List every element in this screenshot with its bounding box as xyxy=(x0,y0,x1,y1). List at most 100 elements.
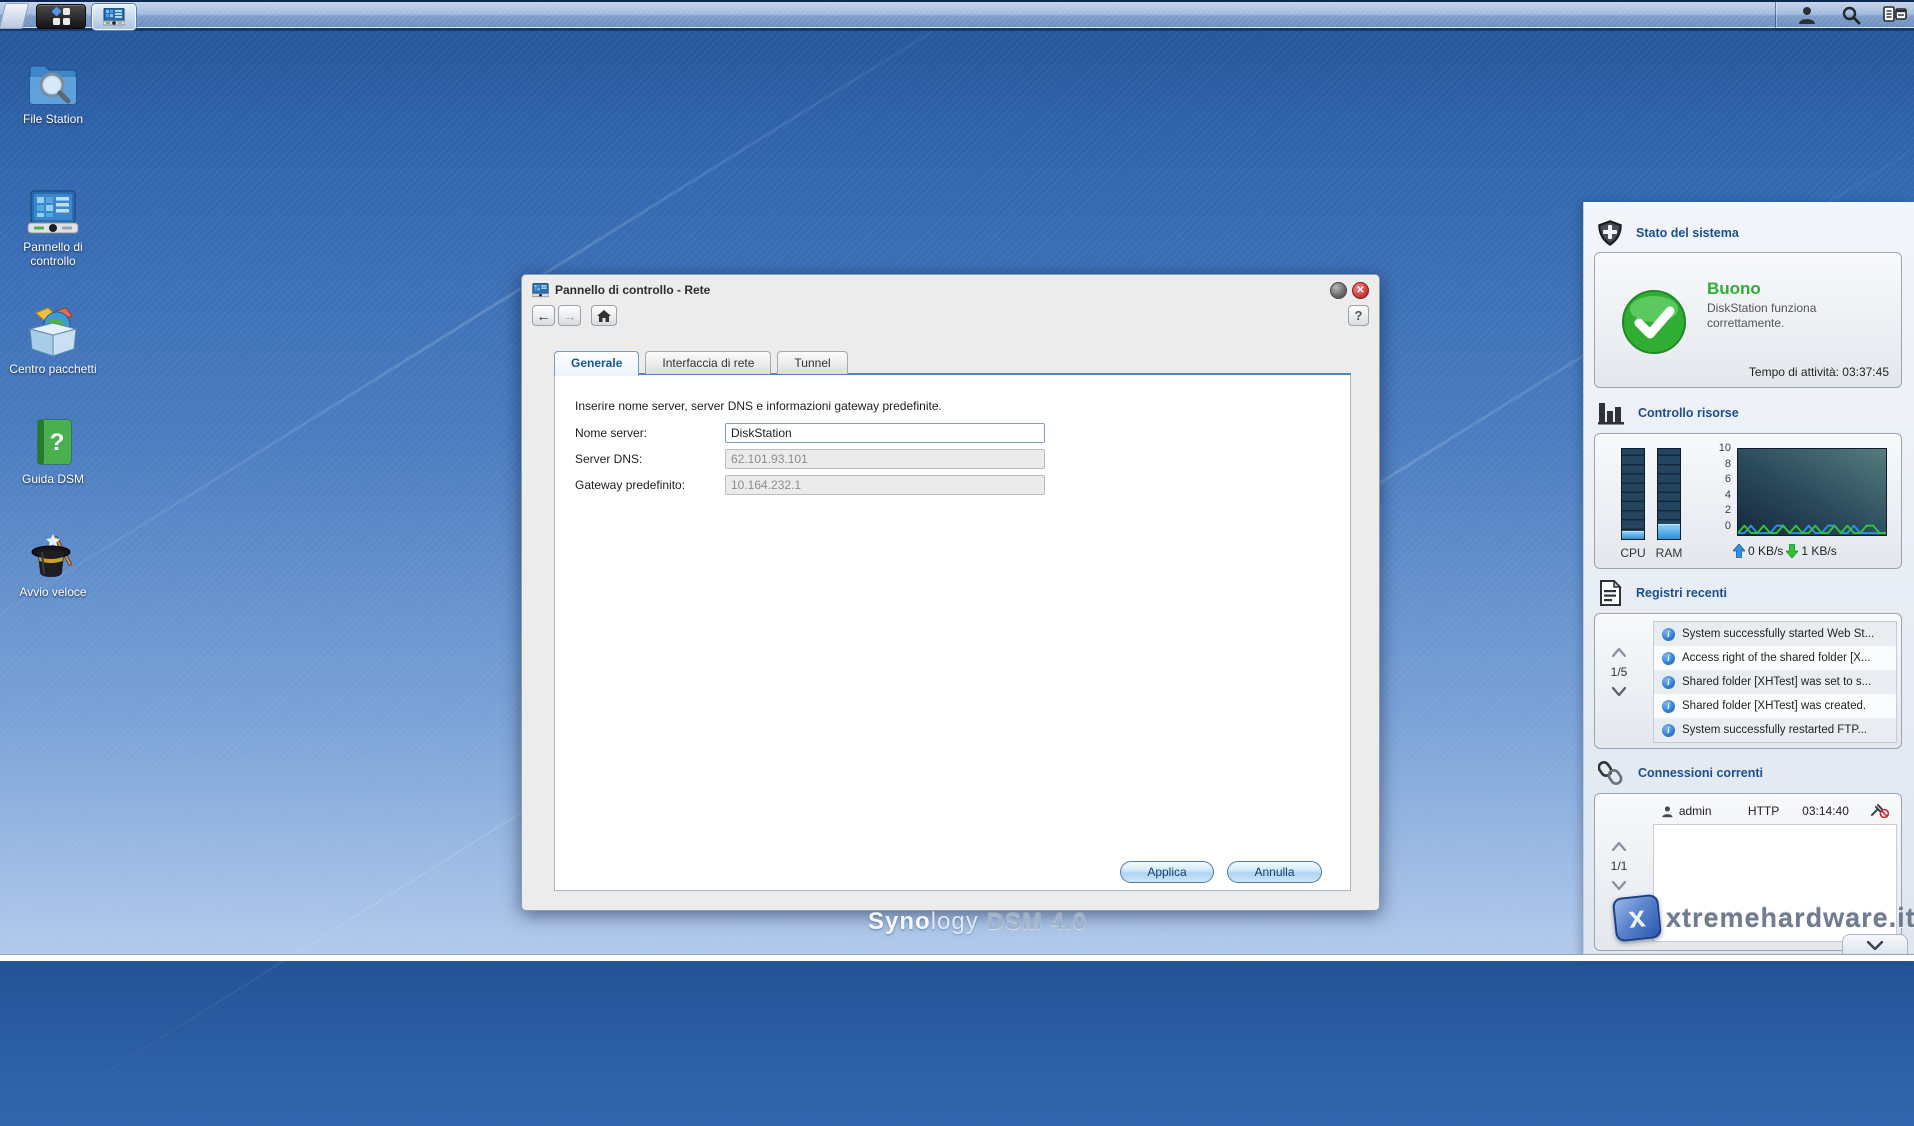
dns-server-input xyxy=(725,449,1045,469)
pager-down-icon[interactable] xyxy=(1612,881,1626,890)
log-row[interactable]: i Shared folder [XHTest] was created. xyxy=(1654,694,1896,718)
info-icon: i xyxy=(1662,676,1675,689)
window-icon xyxy=(532,283,549,298)
cpu-bar-fill xyxy=(1622,531,1644,539)
network-traffic-chart xyxy=(1737,448,1887,536)
download-arrow-icon xyxy=(1786,544,1798,558)
y-tick-label: 2 xyxy=(1713,504,1731,516)
widgets-sidebar: Stato del sistema Buono DiskStation funz… xyxy=(1583,202,1914,961)
recent-logs-header: Registri recenti xyxy=(1598,580,1727,606)
connections-page-indicator: 1/1 xyxy=(1611,859,1628,873)
help-button[interactable]: ? xyxy=(1348,305,1369,326)
cpu-usage-bar xyxy=(1621,448,1645,540)
log-text: System successfully started Web St... xyxy=(1682,628,1874,640)
tab-generale[interactable]: Generale xyxy=(554,351,639,376)
sidebar-collapse-button[interactable] xyxy=(1842,934,1908,956)
resource-monitor-header: Controllo risorse xyxy=(1598,400,1739,426)
link-icon xyxy=(1598,760,1624,786)
desktop-icon-label: Guida DSM xyxy=(8,472,98,486)
file-station-icon xyxy=(8,55,98,107)
connection-protocol: HTTP xyxy=(1748,804,1802,818)
server-name-input[interactable] xyxy=(725,423,1045,443)
main-menu-button[interactable] xyxy=(36,4,86,29)
minimize-button[interactable] xyxy=(1330,282,1347,299)
home-button[interactable] xyxy=(591,305,617,326)
status-value: Buono xyxy=(1707,279,1857,299)
pager-down-icon[interactable] xyxy=(1612,687,1626,696)
connection-row: admin HTTP 03:14:40 xyxy=(1653,799,1897,823)
log-text: Shared folder [XHTest] was created. xyxy=(1682,700,1866,712)
upload-arrow-icon xyxy=(1733,544,1745,558)
form-row-server-name: Nome server: xyxy=(575,423,1045,443)
user-menu-button[interactable] xyxy=(1794,3,1820,27)
chevron-down-icon xyxy=(1867,941,1883,950)
default-gateway-input xyxy=(725,475,1045,495)
apply-button[interactable]: Applica xyxy=(1120,861,1214,883)
info-icon: i xyxy=(1662,652,1675,665)
desktop-icon-file-station[interactable]: File Station xyxy=(8,55,98,126)
user-icon xyxy=(1661,805,1674,818)
logs-pager: 1/5 xyxy=(1601,648,1637,696)
disconnect-icon[interactable] xyxy=(1871,804,1889,818)
package-center-icon xyxy=(8,305,98,357)
log-text: Shared folder [XHTest] was set to s... xyxy=(1682,676,1871,688)
brand-part: Syno xyxy=(868,908,931,935)
control-panel-network-window: Pannello di controllo - Rete ✕ ← → ? Gen… xyxy=(521,274,1380,911)
synology-dsm-watermark: Synology DSM 4.0 xyxy=(868,908,1087,936)
bar-chart-icon xyxy=(1598,401,1624,425)
desktop-icon-control-panel[interactable]: Pannello di controllo xyxy=(8,183,98,268)
cpu-label: CPU xyxy=(1613,546,1653,560)
pager-up-icon[interactable] xyxy=(1612,842,1626,851)
log-row[interactable]: i System successfully started Web St... xyxy=(1654,622,1896,646)
log-row[interactable]: iAccess right of the shared folder [X... xyxy=(1654,646,1896,670)
close-button[interactable]: ✕ xyxy=(1352,282,1369,299)
status-description: DiskStation funziona correttamente. xyxy=(1707,301,1857,331)
log-row[interactable]: i Shared folder [XHTest] was set to s... xyxy=(1654,670,1896,694)
info-icon: i xyxy=(1662,628,1675,641)
log-document-icon xyxy=(1598,580,1622,606)
tab-strip: Generale Interfaccia di rete Tunnel xyxy=(554,351,848,374)
cancel-button[interactable]: Annulla xyxy=(1227,861,1322,883)
taskbar-separator xyxy=(1775,2,1776,28)
tab-tunnel[interactable]: Tunnel xyxy=(777,351,847,374)
pilot-view-icon xyxy=(1883,5,1907,25)
svg-text:?: ? xyxy=(50,429,65,456)
ram-label: RAM xyxy=(1649,546,1689,560)
info-icon: i xyxy=(1662,700,1675,713)
desktop-icon-package-center[interactable]: Centro pacchetti xyxy=(8,305,98,376)
form-description: Inserire nome server, server DNS e infor… xyxy=(575,399,942,413)
resource-monitor-card: CPU RAM 1086420 0 KB/s 1 KB/s xyxy=(1594,433,1902,569)
ram-bar-fill xyxy=(1658,524,1680,539)
connection-time: 03:14:40 xyxy=(1802,804,1871,818)
y-tick-label: 10 xyxy=(1713,442,1731,454)
desktop-icon-quick-start[interactable]: Avvio veloce xyxy=(8,528,98,599)
forward-button[interactable]: → xyxy=(558,305,581,326)
brand-part: logy xyxy=(931,908,979,935)
connections-title: Connessioni correnti xyxy=(1638,766,1763,780)
y-tick-label: 8 xyxy=(1713,458,1731,470)
brand-version: DSM 4.0 xyxy=(987,908,1087,935)
taskbar-item-control-panel[interactable] xyxy=(92,4,136,30)
connections-list-area xyxy=(1653,824,1897,942)
shield-icon xyxy=(1598,220,1622,246)
desktop-icon-dsm-help[interactable]: ? Guida DSM xyxy=(8,415,98,486)
system-status-title: Stato del sistema xyxy=(1636,226,1739,240)
window-titlebar[interactable]: Pannello di controllo - Rete xyxy=(532,281,1232,299)
quick-start-icon xyxy=(8,528,98,580)
log-text: System successfully restarted FTP... xyxy=(1682,724,1867,736)
pilot-view-button[interactable] xyxy=(1882,3,1908,27)
pager-up-icon[interactable] xyxy=(1612,648,1626,657)
status-ok-icon xyxy=(1621,289,1687,355)
search-button[interactable] xyxy=(1838,3,1864,27)
log-row[interactable]: iSystem successfully restarted FTP... xyxy=(1654,718,1896,742)
tab-content-panel: Inserire nome server, server DNS e infor… xyxy=(554,375,1351,891)
connections-pager: 1/1 xyxy=(1601,842,1637,890)
back-button[interactable]: ← xyxy=(532,305,555,326)
tab-interfaccia-di-rete[interactable]: Interfaccia di rete xyxy=(645,351,771,374)
bottom-edge xyxy=(0,954,1914,961)
control-panel-icon xyxy=(8,183,98,235)
form-row-dns-server: Server DNS: xyxy=(575,449,1045,469)
system-status-header: Stato del sistema xyxy=(1598,220,1739,246)
connection-user: admin xyxy=(1679,804,1748,818)
resource-monitor-title: Controllo risorse xyxy=(1638,406,1739,420)
